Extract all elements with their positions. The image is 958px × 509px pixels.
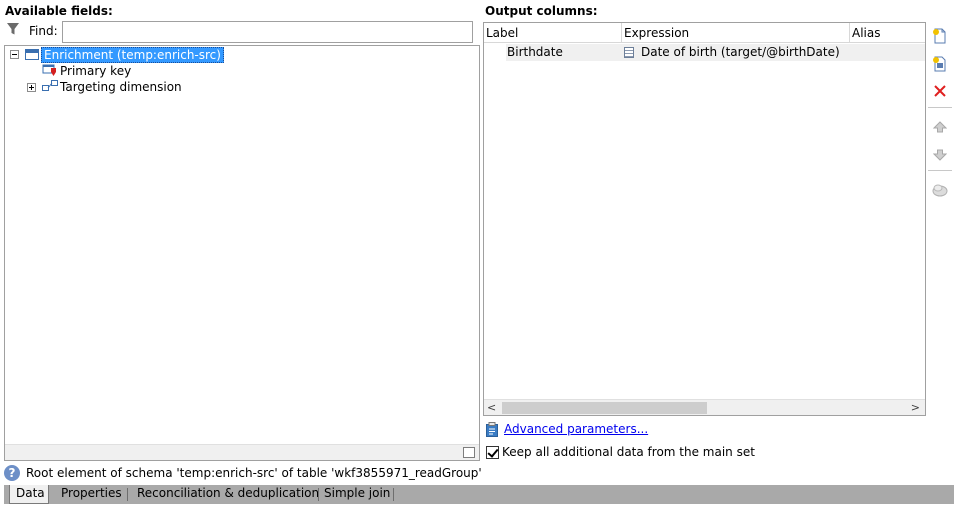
expand-toggle[interactable]	[27, 83, 36, 92]
output-columns-grid[interactable]: Label Expression Alias Birthdate Date of…	[483, 22, 926, 416]
tab-properties[interactable]: Properties	[55, 485, 128, 504]
move-up-icon[interactable]	[930, 117, 950, 137]
tab-separator	[393, 488, 394, 501]
add-icon[interactable]	[930, 26, 950, 46]
table-icon	[25, 49, 39, 60]
collapse-toggle[interactable]	[10, 50, 19, 59]
move-down-icon[interactable]	[930, 145, 950, 165]
find-label: Find:	[29, 24, 58, 38]
row-expression-cell: Date of birth (target/@birthDate)	[641, 45, 840, 59]
output-columns-title: Output columns:	[485, 4, 598, 18]
tree-node-label: Targeting dimension	[60, 80, 182, 94]
keep-data-label[interactable]: Keep all additional data from the main s…	[502, 445, 755, 459]
scroll-right-icon[interactable]: >	[911, 401, 920, 414]
tree-status-bar	[5, 444, 479, 460]
filter-icon	[6, 22, 20, 36]
status-text: Root element of schema 'temp:enrich-src'…	[26, 466, 482, 480]
keep-data-checkbox[interactable]	[486, 446, 499, 459]
delete-icon[interactable]	[930, 81, 950, 101]
key-icon	[42, 63, 58, 77]
grid-header: Label Expression Alias	[484, 23, 925, 43]
row-label-cell: Birthdate	[507, 45, 563, 59]
panel-icon[interactable]	[463, 447, 475, 458]
expression-icon	[624, 47, 634, 58]
tab-simple-join[interactable]: Simple join	[318, 485, 396, 504]
tab-bar: Data Properties Reconciliation & dedupli…	[4, 485, 954, 504]
grid-row[interactable]: Birthdate Date of birth (target/@birthDa…	[506, 44, 925, 61]
available-fields-title: Available fields:	[5, 4, 113, 18]
advanced-parameters-link[interactable]: Advanced parameters...	[504, 422, 648, 436]
advanced-parameters-icon	[486, 422, 498, 437]
distribution-icon[interactable]	[930, 180, 950, 200]
column-header-alias[interactable]: Alias	[850, 23, 925, 43]
toolbar-separator	[928, 170, 952, 171]
tree-node-label: Enrichment (temp:enrich-src)	[41, 47, 224, 63]
edit-expression-icon[interactable]	[930, 54, 950, 74]
horizontal-scrollbar[interactable]: < >	[484, 399, 925, 415]
scrollbar-thumb[interactable]	[502, 402, 707, 414]
link-icon	[42, 80, 58, 92]
scroll-left-icon[interactable]: <	[487, 401, 496, 414]
column-header-label[interactable]: Label	[484, 23, 622, 43]
tab-separator	[127, 488, 128, 501]
tree-node-targeting-dimension[interactable]: Targeting dimension	[42, 79, 182, 95]
tree-node-primary-key[interactable]: Primary key	[42, 63, 131, 79]
tree-node-enrichment[interactable]: Enrichment (temp:enrich-src)	[25, 47, 224, 63]
toolbar-separator	[928, 107, 952, 108]
tab-reconciliation[interactable]: Reconciliation & deduplication	[131, 485, 325, 504]
find-input[interactable]	[62, 21, 473, 43]
tab-data[interactable]: Data	[9, 485, 49, 504]
help-icon: ?	[4, 465, 20, 481]
column-header-expression[interactable]: Expression	[622, 23, 850, 43]
fields-tree[interactable]: Enrichment (temp:enrich-src) Primary key…	[4, 45, 480, 461]
tree-node-label: Primary key	[60, 64, 132, 78]
